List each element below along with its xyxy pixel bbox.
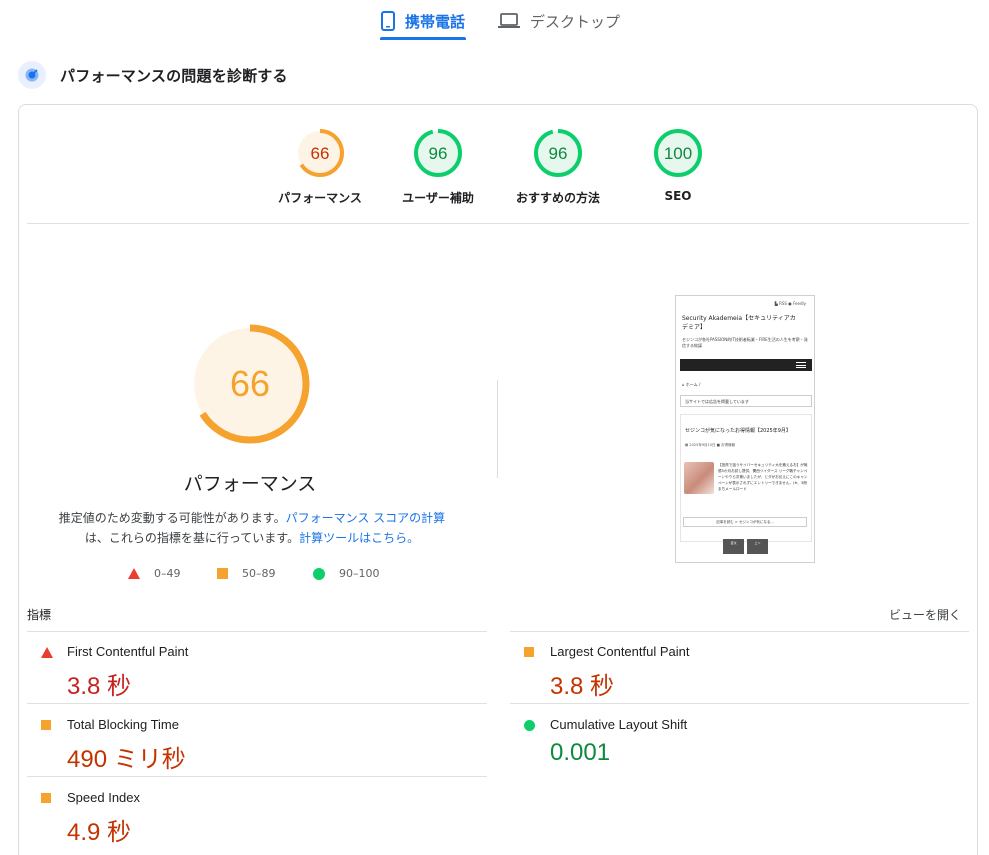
diagnose-icon bbox=[18, 61, 46, 89]
gauge-performance[interactable]: 66 パフォーマンス bbox=[260, 128, 380, 206]
metric-value: 3.8 秒 bbox=[67, 673, 132, 700]
gauge-accessibility[interactable]: 96 ユーザー補助 bbox=[378, 128, 498, 206]
vertical-divider bbox=[497, 380, 498, 478]
score-calc-link[interactable]: パフォーマンス スコアの計算 bbox=[286, 511, 446, 525]
tab-desktop-label: デスクトップ bbox=[530, 12, 621, 31]
metric-value: 490 ミリ秒 bbox=[67, 746, 186, 773]
thumb-post-excerpt: 【投資で狙うサイバーセキュリティ大を鍛えるお】が無償5か月お試し提供、関西ツイダ… bbox=[718, 463, 808, 491]
section-header: パフォーマンスの問題を診断する bbox=[18, 61, 288, 89]
legend-average: 50–89 bbox=[217, 567, 276, 580]
gauge-best-practices[interactable]: 96 おすすめの方法 bbox=[498, 128, 618, 206]
thumb-toc-button: 目次 bbox=[723, 539, 744, 554]
phone-icon bbox=[380, 11, 395, 31]
gauge-label: SEO bbox=[664, 189, 692, 203]
gauge-label: パフォーマンス bbox=[278, 191, 362, 205]
metric-cls: Cumulative Layout Shift 0.001 bbox=[510, 705, 969, 777]
hamburger-icon bbox=[796, 362, 806, 368]
tab-desktop[interactable]: デスクトップ bbox=[498, 2, 620, 40]
metric-name: Cumulative Layout Shift bbox=[550, 717, 688, 732]
thumb-post-image bbox=[684, 462, 714, 494]
gauge-label: おすすめの方法 bbox=[515, 191, 600, 205]
gauge-ring: 96 bbox=[534, 129, 582, 177]
fail-triangle-icon bbox=[128, 568, 140, 579]
pass-circle-icon bbox=[313, 567, 325, 580]
score-explanation: 推定値のため変動する可能性があります。パフォーマンス スコアの計算は、これらの指… bbox=[47, 508, 457, 548]
gauge-seo[interactable]: 100 SEO bbox=[618, 128, 738, 203]
device-tabs: 携帯電話 デスクトップ bbox=[0, 0, 989, 44]
metrics-label: 指標 bbox=[27, 608, 52, 622]
thumb-post-title: セジンコが気になったお得情報【2025年9月】 bbox=[685, 428, 791, 434]
average-square-icon bbox=[524, 647, 534, 657]
gauge-label: ユーザー補助 bbox=[402, 191, 474, 205]
metric-speed-index: Speed Index 4.9 秒 bbox=[27, 778, 487, 850]
gauge-ring: 66 bbox=[296, 129, 344, 177]
performance-main-gauge: 66 bbox=[190, 324, 310, 444]
metric-value: 3.8 秒 bbox=[550, 673, 615, 700]
legend-fail-label: 0–49 bbox=[154, 567, 181, 580]
tab-mobile-label: 携帯電話 bbox=[404, 12, 465, 31]
thumb-navbar bbox=[680, 359, 812, 371]
thumb-top-links: ▙ RSS ● Feedly bbox=[774, 301, 806, 306]
pass-circle-icon bbox=[524, 720, 535, 731]
gauge-ring: 100 bbox=[654, 129, 702, 177]
thumb-read-more-button: 記事を読む > セジンコが気になる... bbox=[683, 517, 807, 527]
metric-name: Largest Contentful Paint bbox=[550, 644, 690, 659]
thumb-site-title: Security Akademeia【セキュリティアカデミア】 bbox=[682, 315, 796, 331]
metric-divider bbox=[27, 776, 487, 777]
metric-name: Total Blocking Time bbox=[67, 717, 179, 732]
legend-average-label: 50–89 bbox=[242, 567, 276, 580]
tab-mobile[interactable]: 携帯電話 bbox=[380, 2, 466, 40]
laptop-icon bbox=[498, 13, 520, 28]
metric-lcp: Largest Contentful Paint 3.8 秒 bbox=[510, 632, 969, 704]
explain-text-2: は、これらの指標を基に行っています。 bbox=[84, 531, 300, 545]
metrics-header: 指標 ビューを開く bbox=[27, 606, 969, 630]
average-square-icon bbox=[41, 720, 51, 730]
metric-divider bbox=[510, 703, 969, 704]
main-gauge-score: 66 bbox=[230, 363, 270, 404]
metric-divider bbox=[27, 703, 487, 704]
metric-value: 4.9 秒 bbox=[67, 819, 132, 846]
metric-name: First Contentful Paint bbox=[67, 644, 189, 659]
average-square-icon bbox=[41, 793, 51, 803]
metric-tbt: Total Blocking Time 490 ミリ秒 bbox=[27, 705, 487, 777]
score-legend: 0–49 50–89 90–100 bbox=[128, 567, 388, 585]
thumb-subtitle: セジンコが各社PASSION的IT技術者転業・FIRE生活の人生を考察・発信する… bbox=[682, 337, 808, 348]
explain-text-1: 推定値のため変動する可能性があります。 bbox=[58, 511, 286, 525]
gauge-ring: 96 bbox=[414, 129, 462, 177]
metric-value: 0.001 bbox=[550, 739, 611, 766]
thumb-top-button: 上へ bbox=[747, 539, 768, 554]
gauges-divider bbox=[27, 223, 969, 224]
page-screenshot-thumbnail[interactable]: ▙ RSS ● Feedly Security Akademeia【セキュリティ… bbox=[675, 295, 815, 563]
main-gauge-title: パフォーマンス bbox=[183, 473, 317, 495]
calculator-link[interactable]: 計算ツールはこちら。 bbox=[299, 531, 419, 545]
legend-pass: 90–100 bbox=[313, 567, 380, 580]
expand-view-toggle[interactable]: ビューを開く bbox=[889, 606, 961, 623]
active-tab-indicator bbox=[380, 37, 466, 40]
legend-fail: 0–49 bbox=[128, 567, 181, 580]
gauge-score: 96 bbox=[429, 144, 448, 163]
gauge-score: 66 bbox=[311, 144, 330, 163]
category-gauges: 66 パフォーマンス 96 ユーザー補助 96 おすすめの方法 100 SEO bbox=[260, 128, 730, 218]
thumb-post-date: ▦ 2025年9月15日 ■ お得情報 bbox=[685, 443, 736, 447]
average-square-icon bbox=[217, 568, 228, 579]
fail-triangle-icon bbox=[41, 647, 53, 658]
gauge-score: 100 bbox=[664, 144, 692, 163]
legend-pass-label: 90–100 bbox=[339, 567, 380, 580]
metric-fcp: First Contentful Paint 3.8 秒 bbox=[27, 632, 487, 704]
gauge-score: 96 bbox=[549, 144, 568, 163]
thumb-select: 当サイトでは広告を掲載しています bbox=[680, 395, 812, 407]
section-title: パフォーマンスの問題を診断する bbox=[60, 66, 288, 85]
metric-name: Speed Index bbox=[67, 790, 141, 805]
thumb-breadcrumb: ⌂ ホーム / bbox=[682, 382, 701, 387]
